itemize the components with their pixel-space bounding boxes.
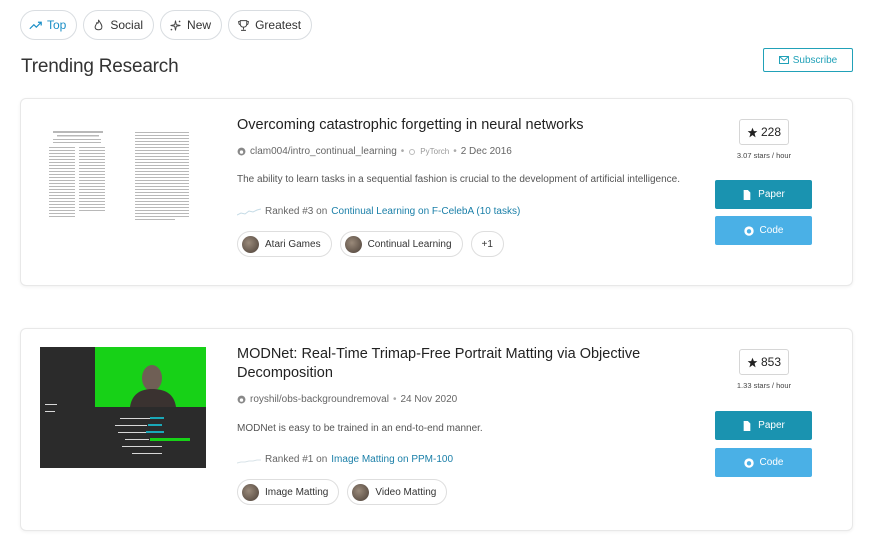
tag-label: Video Matting [375, 486, 437, 498]
paper-thumbnail[interactable] [40, 347, 206, 468]
repo-link[interactable]: royshil/obs-backgroundremoval [250, 394, 389, 405]
meta-separator: • [400, 146, 405, 157]
filter-greatest[interactable]: Greatest [228, 10, 313, 40]
sparkle-icon [170, 20, 181, 30]
paper-button[interactable]: Paper [715, 411, 812, 440]
tag-label: Atari Games [265, 238, 321, 250]
repo-link[interactable]: clam004/intro_continual_learning [250, 146, 397, 157]
filter-new-label: New [187, 18, 212, 32]
code-button-label: Code [759, 457, 784, 468]
paper-card: MODNet: Real-Time Trimap-Free Portrait M… [20, 328, 853, 531]
document-icon [743, 420, 751, 431]
star-count: 853 [739, 349, 789, 375]
star-rate: 1.33 stars / hour [736, 381, 792, 390]
filter-social[interactable]: Social [83, 10, 155, 40]
envelope-icon [778, 56, 789, 64]
meta-separator: • [392, 394, 397, 405]
tag-label: Image Matting [265, 486, 329, 498]
paper-date: 2 Dec 2016 [460, 146, 512, 157]
github-icon [237, 395, 246, 404]
star-icon [747, 127, 758, 137]
tag-chip[interactable]: Atari Games [237, 231, 332, 257]
tag-list: Image Matting Video Matting [237, 479, 448, 505]
paper-button-label: Paper [758, 189, 785, 200]
star-count: 228 [739, 119, 789, 145]
paper-button[interactable]: Paper [715, 180, 812, 209]
tag-more[interactable]: +1 [470, 231, 504, 257]
filter-greatest-label: Greatest [255, 18, 302, 32]
filter-top[interactable]: Top [20, 10, 78, 40]
tag-image [242, 235, 259, 253]
filter-bar: Top Social New Greatest [20, 10, 313, 40]
sparkline-icon [237, 459, 261, 463]
github-icon [237, 147, 246, 156]
subscribe-label: Subscribe [792, 54, 838, 66]
meta-separator: • [453, 146, 457, 157]
ranked-link[interactable]: Image Matting on PPM-100 [331, 454, 453, 465]
tag-label: Continual Learning [367, 238, 452, 250]
paper-abstract: MODNet is easy to be trained in an end-t… [237, 423, 483, 434]
star-rate: 3.07 stars / hour [736, 151, 792, 160]
filter-top-label: Top [47, 18, 67, 32]
trophy-icon [238, 19, 249, 31]
ranked-prefix: Ranked #3 on [265, 206, 328, 217]
code-button[interactable]: Code [715, 216, 812, 245]
framework-label: PyTorch [420, 147, 450, 156]
tag-chip[interactable]: Continual Learning [339, 231, 463, 257]
ranked-link[interactable]: Continual Learning on F-CelebA (10 tasks… [331, 206, 520, 217]
trending-icon [29, 21, 42, 29]
tag-image [242, 483, 259, 501]
star-count-value: 853 [760, 355, 782, 369]
code-button-label: Code [759, 225, 784, 236]
paper-button-label: Paper [758, 420, 785, 431]
code-button[interactable]: Code [715, 448, 812, 477]
sparkline-icon [237, 208, 261, 215]
page-title: Trending Research [21, 56, 179, 77]
paper-thumbnail[interactable] [43, 129, 193, 223]
paper-card: Overcoming catastrophic forgetting in ne… [20, 98, 853, 286]
paper-meta: clam004/intro_continual_learning • PyTor… [237, 146, 512, 157]
subscribe-button[interactable]: Subscribe [763, 48, 853, 72]
tag-list: Atari Games Continual Learning +1 [237, 231, 504, 257]
document-icon [743, 189, 751, 200]
paper-meta: royshil/obs-backgroundremoval • 24 Nov 2… [237, 394, 457, 405]
star-icon [747, 357, 758, 367]
star-count-value: 228 [760, 125, 782, 139]
tag-image [344, 235, 362, 253]
github-icon [743, 225, 754, 236]
paper-title[interactable]: MODNet: Real-Time Trimap-Free Portrait M… [237, 345, 657, 383]
tag-image [352, 483, 370, 501]
paper-title[interactable]: Overcoming catastrophic forgetting in ne… [237, 116, 657, 135]
github-icon [743, 457, 754, 468]
tag-chip[interactable]: Image Matting [237, 479, 340, 505]
ranked-line: Ranked #3 on Continual Learning on F-Cel… [237, 206, 520, 217]
paper-abstract: The ability to learn tasks in a sequenti… [237, 174, 681, 185]
flame-icon [94, 19, 103, 30]
paper-date: 24 Nov 2020 [400, 394, 458, 405]
tag-chip[interactable]: Video Matting [347, 479, 448, 505]
ranked-prefix: Ranked #1 on [265, 454, 328, 465]
ranked-line: Ranked #1 on Image Matting on PPM-100 [237, 454, 453, 465]
filter-new[interactable]: New [160, 10, 223, 40]
pytorch-icon [409, 149, 416, 155]
tag-more-label: +1 [481, 238, 493, 250]
filter-social-label: Social [110, 18, 144, 32]
